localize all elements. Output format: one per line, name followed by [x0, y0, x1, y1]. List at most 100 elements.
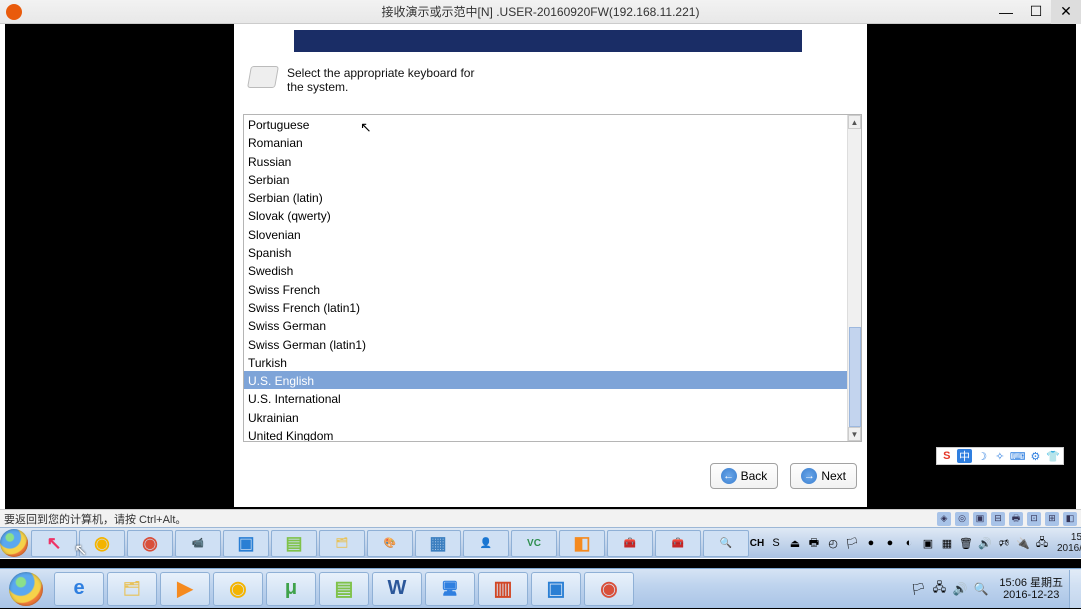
- device-icon[interactable]: ⊡: [1027, 512, 1041, 526]
- list-item[interactable]: United Kingdom: [244, 426, 847, 441]
- ie-icon[interactable]: e: [54, 572, 104, 606]
- guest-clock[interactable]: 15:062016/12/: [1053, 532, 1081, 554]
- list-item[interactable]: Ukrainian: [244, 408, 847, 426]
- tray-icon[interactable]: 🔍: [973, 581, 989, 597]
- scroll-up-button[interactable]: ▲: [848, 115, 861, 129]
- scroll-thumb[interactable]: [849, 327, 861, 427]
- chrome-icon[interactable]: ◉: [213, 572, 263, 606]
- device-icon[interactable]: 🖶: [1009, 512, 1023, 526]
- maximize-button[interactable]: ☐: [1021, 0, 1051, 24]
- device-icon[interactable]: ◈: [937, 512, 951, 526]
- toolbox-icon[interactable]: 🧰: [655, 530, 701, 557]
- notepad-icon[interactable]: ▤: [271, 530, 317, 557]
- tray-icon[interactable]: 🖧: [1034, 535, 1050, 551]
- show-desktop-button[interactable]: [1069, 570, 1081, 608]
- utorrent-icon[interactable]: μ: [266, 572, 316, 606]
- store-icon[interactable]: 🧰: [607, 530, 653, 557]
- tray-icon[interactable]: 🖧: [931, 581, 947, 597]
- device-icon[interactable]: ◧: [1063, 512, 1077, 526]
- minimize-button[interactable]: —: [991, 0, 1021, 24]
- foxit-icon[interactable]: ◧: [559, 530, 605, 557]
- ime-icon[interactable]: ☽: [974, 449, 990, 463]
- tray-icon[interactable]: 🏳: [844, 535, 860, 551]
- window-controls: — ☐ ✕: [991, 0, 1081, 24]
- vnc-icon[interactable]: VC: [511, 530, 557, 557]
- tray-icon[interactable]: 🔊: [977, 535, 993, 551]
- lang-indicator[interactable]: CH: [749, 535, 765, 551]
- chrome-icon[interactable]: ◉: [79, 530, 125, 557]
- paint-icon[interactable]: 🎨: [367, 530, 413, 557]
- tray-icon[interactable]: 🖶: [806, 535, 822, 551]
- tray-icon[interactable]: ●: [882, 535, 898, 551]
- vbox-icon[interactable]: ▣: [531, 572, 581, 606]
- ime-icon[interactable]: S: [939, 449, 955, 463]
- device-icon[interactable]: ⊟: [991, 512, 1005, 526]
- list-item[interactable]: Romanian: [244, 133, 847, 151]
- list-item[interactable]: Spanish: [244, 243, 847, 261]
- list-item[interactable]: Serbian: [244, 170, 847, 188]
- list-item[interactable]: Swiss German: [244, 316, 847, 334]
- list-item[interactable]: Slovak (qwerty): [244, 206, 847, 224]
- list-item[interactable]: U.S. English: [244, 371, 847, 389]
- vm-titlebar[interactable]: 接收演示或示范中[N] .USER-20160920FW(192.168.11.…: [0, 0, 1081, 24]
- swirl-icon[interactable]: ◉: [127, 530, 173, 557]
- ime-icon[interactable]: 中: [957, 449, 973, 463]
- tray-icon[interactable]: 🏳: [910, 581, 926, 597]
- ppt-icon[interactable]: ▥: [478, 572, 528, 606]
- winsplit-icon[interactable]: ▦: [415, 530, 461, 557]
- list-item[interactable]: Swedish: [244, 261, 847, 279]
- tray-icon[interactable]: 🔌: [1015, 535, 1031, 551]
- list-item[interactable]: Swiss German (latin1): [244, 335, 847, 353]
- uac-pointer-icon[interactable]: ↖: [31, 530, 77, 557]
- tray-icon[interactable]: ⏏: [787, 535, 803, 551]
- close-button[interactable]: ✕: [1051, 0, 1081, 24]
- back-button[interactable]: ← Back: [710, 463, 779, 489]
- device-icon[interactable]: ▣: [973, 512, 987, 526]
- next-button[interactable]: → Next: [790, 463, 857, 489]
- host-clock[interactable]: 15:06 星期五 2016-12-23: [993, 577, 1069, 601]
- host-start-button[interactable]: [0, 569, 52, 609]
- installer-panel: Select the appropriate keyboard for the …: [234, 24, 867, 507]
- vbox-icon[interactable]: ▣: [223, 530, 269, 557]
- search-icon[interactable]: 🔍: [703, 530, 749, 557]
- list-item[interactable]: Turkish: [244, 353, 847, 371]
- notepad-icon[interactable]: ▤: [319, 572, 369, 606]
- agent-icon[interactable]: 👤: [463, 530, 509, 557]
- tray-icon[interactable]: 🕫: [996, 535, 1012, 551]
- vm-window-title: 接收演示或示范中[N] .USER-20160920FW(192.168.11.…: [382, 3, 700, 20]
- list-item[interactable]: Swiss French (latin1): [244, 298, 847, 316]
- scroll-down-button[interactable]: ▼: [848, 427, 861, 441]
- explorer-icon[interactable]: 🗂: [107, 572, 157, 606]
- tray-icon[interactable]: 🔊: [952, 581, 968, 597]
- tray-icon[interactable]: ◴: [825, 535, 841, 551]
- list-item[interactable]: U.S. International: [244, 389, 847, 407]
- windows-orb-icon: [9, 572, 43, 606]
- device-icon[interactable]: ⊞: [1045, 512, 1059, 526]
- tray-icon[interactable]: ●: [863, 535, 879, 551]
- list-item[interactable]: Serbian (latin): [244, 188, 847, 206]
- monitor-icon[interactable]: 🖥: [425, 572, 475, 606]
- device-icon[interactable]: ◎: [955, 512, 969, 526]
- ime-bar[interactable]: S中☽✧⌨⚙👕: [936, 447, 1064, 465]
- tray-icon[interactable]: 🗑: [958, 535, 974, 551]
- list-item[interactable]: Slovenian: [244, 225, 847, 243]
- tray-icon[interactable]: ▦: [939, 535, 955, 551]
- guest-start-button[interactable]: [0, 528, 28, 559]
- tray-icon[interactable]: ◐: [901, 535, 917, 551]
- word-icon[interactable]: W: [372, 572, 422, 606]
- keyboard-listbox[interactable]: PortugueseRomanianRussianSerbianSerbian …: [243, 114, 862, 442]
- list-item[interactable]: Portuguese: [244, 115, 847, 133]
- tray-icon[interactable]: S: [768, 535, 784, 551]
- ime-icon[interactable]: ✧: [992, 449, 1008, 463]
- ime-icon[interactable]: 👕: [1045, 449, 1061, 463]
- wmp-icon[interactable]: ▶: [160, 572, 210, 606]
- explorer-icon[interactable]: 🗂: [319, 530, 365, 557]
- list-item[interactable]: Russian: [244, 152, 847, 170]
- list-item[interactable]: Swiss French: [244, 280, 847, 298]
- ime-icon[interactable]: ⚙: [1028, 449, 1044, 463]
- camera-icon[interactable]: 📹: [175, 530, 221, 557]
- ime-icon[interactable]: ⌨: [1010, 449, 1026, 463]
- tray-icon[interactable]: ▣: [920, 535, 936, 551]
- swirl-icon[interactable]: ◉: [584, 572, 634, 606]
- listbox-scrollbar[interactable]: ▲ ▼: [847, 115, 861, 441]
